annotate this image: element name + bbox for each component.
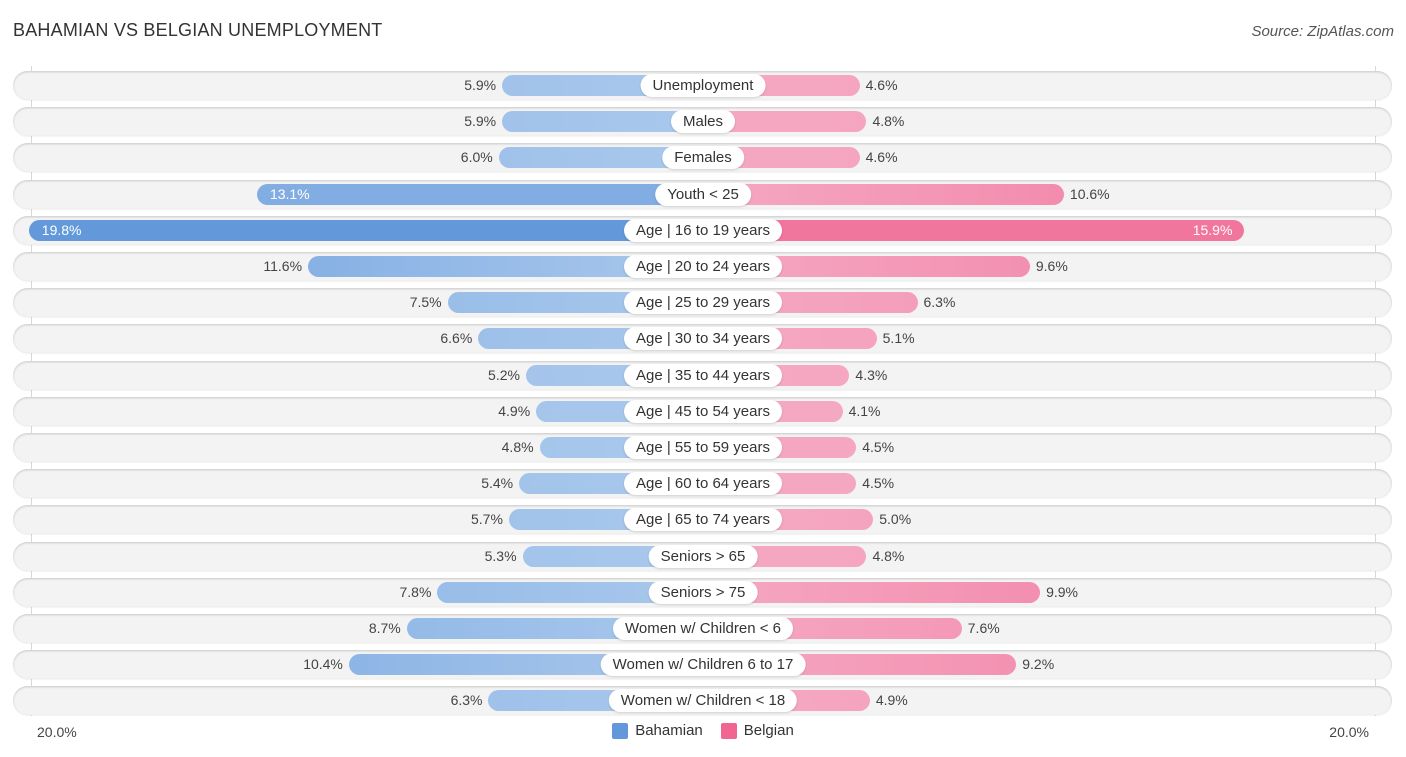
value-label-belgian: 4.5% bbox=[862, 475, 895, 492]
value-label-bahamian: 5.9% bbox=[464, 113, 497, 130]
value-label-bahamian: 4.9% bbox=[498, 402, 531, 419]
legend-item-belgian[interactable]: Belgian bbox=[720, 722, 794, 739]
value-label-belgian: 9.2% bbox=[1022, 656, 1055, 673]
value-label-belgian: 4.6% bbox=[865, 77, 898, 93]
value-label-belgian: 4.6% bbox=[865, 149, 898, 166]
value-label-belgian: 4.8% bbox=[872, 113, 905, 130]
category-label: Seniors > 75 bbox=[648, 580, 758, 604]
value-label-bahamian: 6.0% bbox=[460, 149, 493, 166]
bar-bahamian[interactable] bbox=[28, 219, 703, 241]
value-label-bahamian: 7.8% bbox=[399, 583, 432, 600]
value-label-bahamian: 5.9% bbox=[464, 77, 497, 93]
value-label-belgian: 5.0% bbox=[879, 511, 912, 528]
bar-belgian[interactable] bbox=[703, 219, 1245, 241]
value-label-bahamian: 8.7% bbox=[368, 620, 401, 636]
category-label: Age | 16 to 19 years bbox=[624, 218, 782, 242]
category-label: Age | 65 to 74 years bbox=[624, 508, 782, 532]
category-label: Age | 55 to 59 years bbox=[624, 436, 782, 459]
legend-swatch-bahamian bbox=[612, 722, 629, 739]
category-label: Age | 60 to 64 years bbox=[624, 472, 782, 496]
value-label-belgian: 5.1% bbox=[882, 330, 915, 347]
value-label-belgian: 15.9% bbox=[1192, 221, 1233, 238]
value-label-bahamian: 7.5% bbox=[409, 294, 442, 311]
value-label-bahamian: 5.3% bbox=[484, 547, 517, 564]
value-label-belgian: 4.1% bbox=[848, 402, 881, 419]
value-label-belgian: 6.3% bbox=[923, 294, 956, 311]
category-label: Age | 25 to 29 years bbox=[624, 291, 782, 315]
category-label: Age | 20 to 24 years bbox=[624, 255, 782, 278]
chart-rows: 5.9% 4.6% Unemployment 5.9% 4.8% Males 6.0% 4.6… bbox=[0, 0, 1406, 757]
category-label: Age | 45 to 54 years bbox=[624, 399, 782, 423]
value-label-bahamian: 11.6% bbox=[263, 258, 303, 274]
value-label-bahamian: 5.4% bbox=[481, 475, 514, 492]
legend-label-bahamian: Bahamian bbox=[635, 722, 703, 739]
value-label-bahamian: 6.3% bbox=[450, 692, 483, 709]
category-label: Unemployment bbox=[640, 74, 766, 97]
legend: Bahamian Belgian bbox=[0, 722, 1406, 739]
value-label-belgian: 9.6% bbox=[1035, 258, 1068, 274]
value-label-belgian: 4.3% bbox=[855, 366, 888, 383]
value-label-belgian: 4.5% bbox=[862, 439, 895, 455]
legend-swatch-belgian bbox=[720, 722, 737, 739]
value-label-bahamian: 4.8% bbox=[501, 439, 534, 455]
bar-belgian[interactable] bbox=[703, 183, 1064, 205]
category-label: Women w/ Children < 18 bbox=[608, 689, 798, 713]
bar-bahamian[interactable] bbox=[256, 183, 703, 205]
value-label-belgian: 10.6% bbox=[1069, 185, 1110, 202]
category-label: Males bbox=[670, 110, 736, 134]
category-label: Age | 35 to 44 years bbox=[624, 363, 782, 387]
value-label-bahamian: 10.4% bbox=[303, 656, 343, 673]
category-label: Women w/ Children 6 to 17 bbox=[600, 653, 806, 677]
legend-item-bahamian[interactable]: Bahamian bbox=[612, 722, 703, 739]
value-label-belgian: 9.9% bbox=[1046, 583, 1079, 600]
value-label-bahamian: 5.7% bbox=[471, 511, 503, 528]
value-label-bahamian: 5.2% bbox=[488, 366, 520, 383]
category-label: Seniors > 65 bbox=[648, 544, 758, 568]
value-label-belgian: 4.8% bbox=[872, 547, 905, 564]
category-label: Females bbox=[662, 146, 744, 170]
category-label: Age | 30 to 34 years bbox=[624, 327, 782, 351]
value-label-belgian: 4.9% bbox=[875, 692, 908, 709]
value-label-bahamian: 13.1% bbox=[269, 185, 310, 202]
legend-label-belgian: Belgian bbox=[743, 722, 794, 739]
value-label-bahamian: 19.8% bbox=[41, 221, 82, 238]
category-label: Women w/ Children < 6 bbox=[612, 617, 794, 640]
category-label: Youth < 25 bbox=[655, 182, 751, 206]
value-label-bahamian: 6.6% bbox=[440, 330, 473, 347]
value-label-belgian: 7.6% bbox=[967, 620, 1000, 636]
